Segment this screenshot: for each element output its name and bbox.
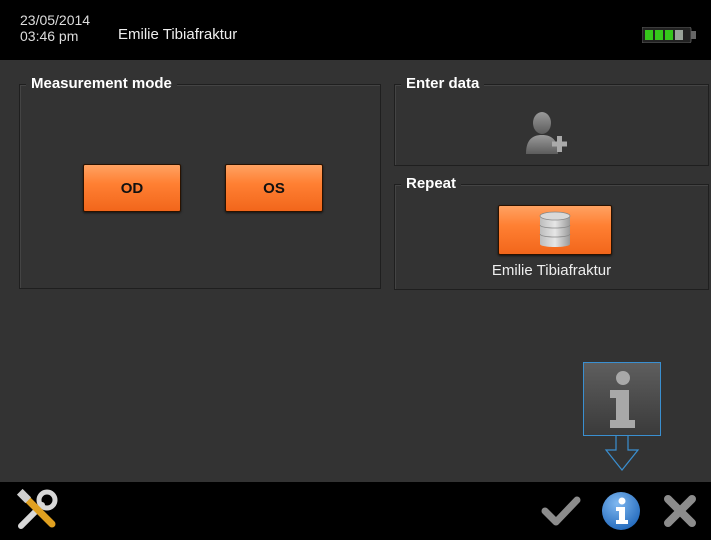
tools-icon[interactable] xyxy=(12,488,62,534)
time-text: 03:46 pm xyxy=(20,28,79,44)
battery-icon xyxy=(642,27,696,43)
os-button[interactable]: OS xyxy=(225,164,323,212)
check-icon[interactable] xyxy=(541,491,581,531)
info-icon[interactable] xyxy=(601,490,641,532)
info-hint-icon[interactable] xyxy=(583,362,661,474)
od-button[interactable]: OD xyxy=(83,164,181,212)
close-icon[interactable] xyxy=(660,491,700,531)
header-patient-name: Emilie Tibiafraktur xyxy=(118,26,238,43)
enter-data-title: Enter data xyxy=(401,75,485,93)
date-text: 23/05/2014 xyxy=(20,12,91,28)
app-screen: 23/05/2014 03:46 pm Emilie Tibiafraktur … xyxy=(0,0,711,540)
repeat-panel: Repeat Emilie Tibiafraktur xyxy=(394,175,709,290)
measurement-mode-title: Measurement mode xyxy=(26,75,177,93)
repeat-title: Repeat xyxy=(401,175,462,193)
repeat-patient-name: Emilie Tibiafraktur xyxy=(491,262,612,279)
header-bar: 23/05/2014 03:46 pm Emilie Tibiafraktur xyxy=(0,0,711,60)
add-user-icon[interactable] xyxy=(522,110,572,156)
measurement-mode-panel: Measurement mode OD OS xyxy=(19,75,381,289)
footer-bar xyxy=(0,482,711,540)
enter-data-panel: Enter data xyxy=(394,75,709,166)
database-icon xyxy=(539,211,571,247)
repeat-button[interactable] xyxy=(498,205,612,255)
datetime: 23/05/2014 03:46 pm xyxy=(20,12,90,44)
